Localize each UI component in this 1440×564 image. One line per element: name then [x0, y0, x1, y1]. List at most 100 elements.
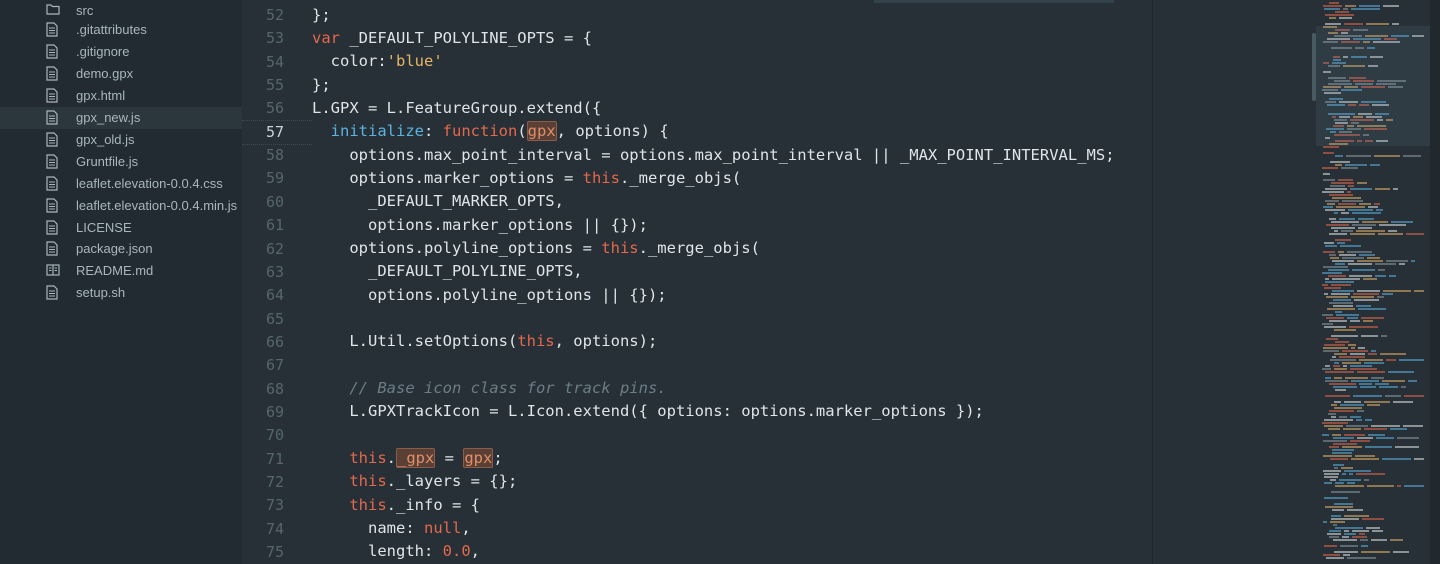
minimap-line	[1325, 377, 1331, 379]
minimap-line	[1357, 260, 1383, 262]
minimap-line	[1329, 2, 1339, 4]
minimap-line	[1378, 269, 1385, 271]
sidebar-item[interactable]: demo.gpx	[0, 63, 242, 85]
code-line: _DEFAULT_MARKER_OPTS,	[312, 192, 564, 210]
sidebar-item[interactable]: package.json	[0, 238, 242, 260]
minimap-line	[1331, 491, 1360, 493]
minimap-line	[1340, 245, 1361, 247]
minimap-line	[1335, 341, 1349, 343]
sidebar-item[interactable]: README.md	[0, 260, 242, 282]
minimap-line	[1362, 221, 1388, 223]
minimap-line	[1347, 482, 1355, 484]
minimap-line	[1358, 227, 1372, 229]
minimap-line	[1334, 551, 1358, 553]
sidebar-item[interactable]: Gruntfile.js	[0, 151, 242, 173]
minimap-line	[1370, 164, 1380, 166]
minimap-line	[1329, 410, 1354, 412]
minimap-line	[1382, 458, 1411, 460]
sidebar-item[interactable]: setup.sh	[0, 282, 242, 304]
file-icon	[46, 22, 59, 38]
code-editor[interactable]: }; var _DEFAULT_POLYLINE_OPTS = { color:…	[312, 0, 1152, 564]
minimap-line	[1325, 281, 1354, 283]
sidebar-item[interactable]: gpx_new.js	[0, 107, 242, 129]
minimap-line	[1375, 383, 1389, 385]
file-icon	[46, 110, 59, 126]
minimap-line	[1397, 485, 1401, 487]
minimap-line	[1328, 275, 1346, 277]
sidebar-item[interactable]: .gitattributes	[0, 19, 242, 41]
code-line: };	[312, 76, 331, 94]
line-number: 61	[265, 216, 284, 235]
minimap-line	[1403, 155, 1421, 157]
minimap-line	[1348, 344, 1356, 346]
current-line-indicator	[242, 120, 312, 145]
minimap-line	[1357, 437, 1373, 439]
minimap-line	[1364, 428, 1387, 430]
sidebar-item[interactable]: gpx.html	[0, 85, 242, 107]
minimap-line	[1352, 530, 1369, 532]
minimap-line	[1325, 506, 1353, 508]
minimap-line	[1327, 308, 1355, 310]
minimap-line	[1362, 518, 1384, 520]
find-panel-edge	[874, 0, 1114, 3]
minimap-line	[1363, 278, 1377, 280]
sidebar-item[interactable]: leaflet.elevation-0.0.4.css	[0, 173, 242, 195]
minimap-line	[1323, 251, 1335, 253]
minimap-line	[1368, 206, 1378, 208]
minimap-line	[1347, 251, 1372, 253]
minimap-line	[1328, 413, 1336, 415]
minimap-line	[1331, 227, 1355, 229]
minimap-line	[1358, 347, 1365, 349]
minimap-line	[1342, 362, 1361, 364]
minimap-line	[1375, 275, 1386, 277]
minimap-line	[1326, 338, 1338, 340]
minimap-line	[1397, 437, 1419, 439]
minimap-line	[1339, 17, 1352, 19]
minimap-line	[1331, 404, 1337, 406]
minimap-line	[1360, 386, 1376, 388]
minimap-line	[1351, 380, 1379, 382]
minimap-line	[1325, 278, 1329, 280]
sidebar-item[interactable]: gpx_old.js	[0, 129, 242, 151]
sidebar-item[interactable]: .gitignore	[0, 41, 242, 63]
minimap-viewport[interactable]	[1316, 26, 1430, 146]
line-number: 70	[265, 426, 284, 445]
minimap-line	[1375, 188, 1390, 190]
minimap-line	[1359, 383, 1372, 385]
minimap-line	[1341, 230, 1353, 232]
minimap-line	[1323, 521, 1327, 523]
minimap-line	[1380, 353, 1406, 355]
minimap-line	[1377, 296, 1384, 298]
minimap-line	[1331, 335, 1358, 337]
minimap-line	[1324, 326, 1346, 328]
minimap-line	[1335, 527, 1363, 529]
minimap-line	[1354, 299, 1379, 301]
minimap-line	[1330, 359, 1356, 361]
minimap-line	[1334, 230, 1338, 232]
line-number: 59	[265, 169, 284, 188]
line-number: 53	[265, 29, 284, 48]
minimap-line	[1333, 386, 1357, 388]
highlighted-match: gpx	[463, 448, 494, 468]
minimap-line	[1335, 311, 1342, 313]
minimap-line	[1352, 224, 1376, 226]
minimap-line	[1350, 188, 1372, 190]
minimap-line	[1388, 230, 1397, 232]
minimap-line	[1349, 473, 1353, 475]
line-number: 69	[265, 402, 284, 421]
folder-icon	[46, 3, 60, 19]
minimap-line	[1325, 209, 1345, 211]
minimap-line	[1404, 485, 1424, 487]
minimap-line	[1359, 359, 1383, 361]
minimap-line	[1332, 452, 1352, 454]
minimap-line	[1352, 212, 1381, 214]
sidebar-item[interactable]: leaflet.elevation-0.0.4.min.js	[0, 195, 242, 217]
sidebar-item-label: leaflet.elevation-0.0.4.min.js	[76, 198, 238, 213]
minimap-line	[1332, 197, 1361, 199]
minimap-line	[1337, 242, 1345, 244]
minimap-line	[1392, 23, 1399, 25]
minimap-line	[1388, 371, 1414, 373]
minimap-line	[1414, 290, 1424, 292]
sidebar-item[interactable]: LICENSE	[0, 217, 242, 239]
minimap-line	[1359, 203, 1371, 205]
